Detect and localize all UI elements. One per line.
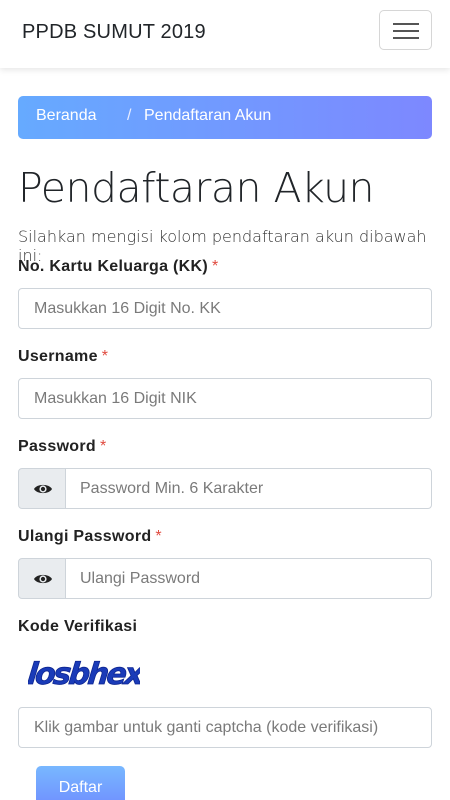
username-label-text: Username [18,348,98,365]
navbar-toggle-button[interactable] [379,10,432,50]
breadcrumb-current: Pendaftaran Akun [144,107,272,124]
required-marker: * [155,528,162,545]
breadcrumb-home-link[interactable]: Beranda [36,107,97,125]
kk-input[interactable] [18,288,432,329]
captcha-text: losbhex [28,657,140,692]
required-marker: * [100,438,107,455]
breadcrumb-separator: / [127,107,132,124]
repeat-password-label: Ulangi Password * [18,528,162,546]
required-marker: * [212,258,219,275]
kk-label-text: No. Kartu Keluarga (KK) [18,258,209,275]
eye-icon [34,574,52,584]
captcha-input[interactable] [18,707,432,748]
kk-label: No. Kartu Keluarga (KK) * [18,258,219,276]
eye-icon [34,484,52,494]
password-input-group [18,468,432,509]
password-input[interactable] [65,468,432,509]
repeat-password-input-group [18,558,432,599]
repeat-password-input[interactable] [65,558,432,599]
brand-link[interactable]: PPDB SUMUT 2019 [22,21,206,44]
register-button[interactable]: Daftar [36,766,125,800]
password-label-text: Password [18,438,96,455]
username-input[interactable] [18,378,432,419]
password-label: Password * [18,438,107,456]
password-toggle-button[interactable] [18,468,66,509]
repeat-password-toggle-button[interactable] [18,558,66,599]
repeat-password-label-text: Ulangi Password [18,528,152,545]
breadcrumb: Beranda / Pendaftaran Akun [18,96,432,139]
page-title: Pendaftaran Akun [18,164,375,212]
captcha-label: Kode Verifikasi [18,618,138,635]
navbar: PPDB SUMUT 2019 [0,0,450,68]
username-label: Username * [18,348,108,366]
captcha-image[interactable]: losbhex [28,651,140,697]
required-marker: * [101,348,109,365]
